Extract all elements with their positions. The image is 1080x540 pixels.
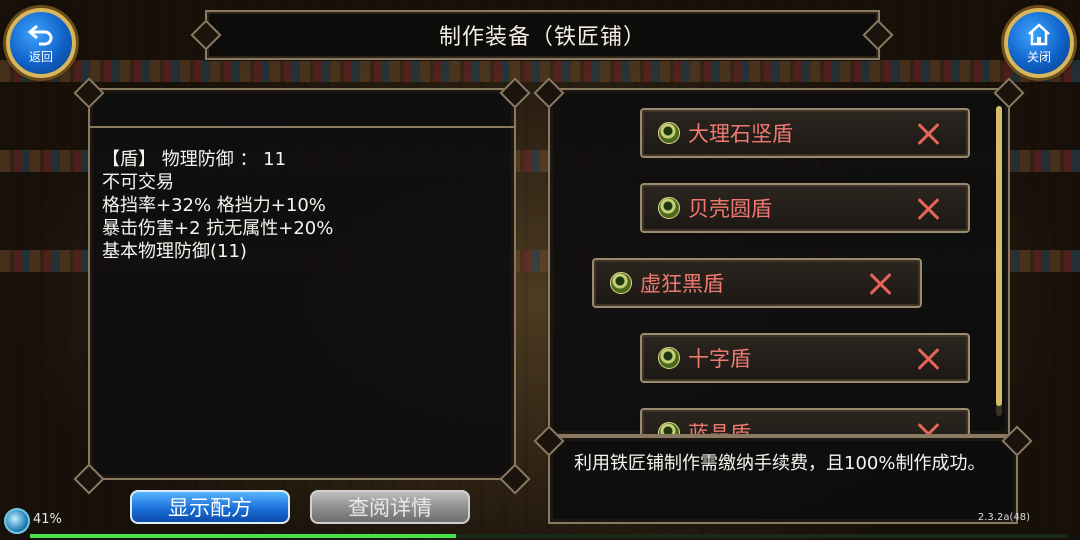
equipment-stats: 【盾】 物理防御 ： 11 不可交易 格挡率+32% 格挡力+10% 暴击伤害+…	[102, 148, 502, 263]
stat-line: 暴击伤害+2 抗无属性+20%	[102, 218, 334, 239]
list-item[interactable]: 十字盾	[640, 333, 970, 383]
gem-icon	[610, 272, 632, 294]
close-icon[interactable]	[916, 122, 940, 146]
list-item[interactable]: 贝壳圆盾	[640, 183, 970, 233]
back-button[interactable]: 返回	[6, 8, 76, 78]
back-button-label: 返回	[28, 49, 53, 64]
panel-header-strip	[90, 90, 514, 128]
stat-line: 不可交易	[102, 172, 174, 193]
close-icon[interactable]	[916, 422, 940, 434]
battery-icon	[4, 508, 30, 534]
list-item[interactable]: 蓝晶盾	[640, 408, 970, 434]
scrollbar[interactable]	[996, 106, 1002, 416]
list-item-selected[interactable]: 虚狂黑盾	[592, 258, 922, 308]
gem-icon	[658, 122, 680, 144]
stat-line: 基本物理防御(11)	[102, 241, 247, 262]
item-name: 贝壳圆盾	[688, 197, 772, 221]
equipment-description-panel: 【盾】 物理防御 ： 11 不可交易 格挡率+32% 格挡力+10% 暴击伤害+…	[88, 88, 516, 480]
close-icon[interactable]	[916, 197, 940, 221]
close-button-label: 关闭	[1026, 49, 1051, 64]
progress-bar	[30, 534, 1068, 538]
list-item[interactable]: 大理石坚盾	[640, 108, 970, 158]
page-title-text: 制作装备（铁匠铺）	[438, 25, 646, 50]
gem-icon	[658, 347, 680, 369]
scrollbar-thumb[interactable]	[996, 106, 1002, 406]
close-icon[interactable]	[916, 347, 940, 371]
item-name: 虚狂黑盾	[640, 272, 724, 296]
stat-line: 格挡率+32% 格挡力+10%	[102, 195, 326, 216]
gem-icon	[658, 422, 680, 434]
version-text: 2.3.2a(48)	[977, 512, 1030, 523]
item-name: 十字盾	[688, 347, 751, 371]
page-title: 制作装备（铁匠铺）	[205, 10, 880, 60]
progress-fill	[30, 534, 456, 538]
item-list[interactable]: 大理石坚盾 贝壳圆盾 虚狂黑盾 十字盾 蓝晶盾	[550, 90, 1008, 434]
info-text: 利用铁匠铺制作需缴纳手续费，且100%制作成功。	[574, 453, 986, 474]
status-bar: 41% 2.3.2a(48)	[0, 508, 1080, 540]
house-icon	[1028, 22, 1050, 45]
back-arrow-icon	[27, 24, 53, 45]
bookshelf	[0, 60, 1080, 82]
item-name: 大理石坚盾	[688, 122, 793, 146]
item-name: 蓝晶盾	[688, 422, 751, 434]
info-box: 利用铁匠铺制作需缴纳手续费，且100%制作成功。	[548, 436, 1018, 524]
item-list-panel: 大理石坚盾 贝壳圆盾 虚狂黑盾 十字盾 蓝晶盾	[548, 88, 1010, 436]
close-icon[interactable]	[868, 272, 892, 296]
stat-line: 【盾】 物理防御 ： 11	[102, 149, 287, 170]
close-button[interactable]: 关闭	[1004, 8, 1074, 78]
gem-icon	[658, 197, 680, 219]
battery-percent: 41%	[33, 512, 62, 527]
